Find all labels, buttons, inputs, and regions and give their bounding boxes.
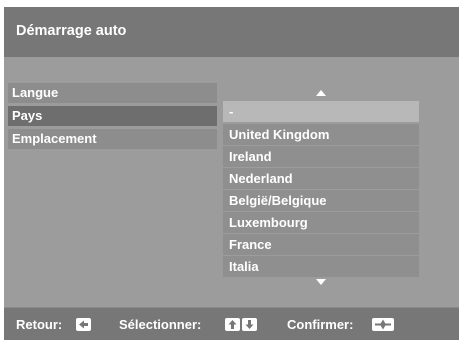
page-title: Démarrage auto (16, 23, 127, 39)
country-option-belgium[interactable]: België/Belgique (223, 190, 419, 211)
header-bar: Démarrage auto (4, 7, 459, 57)
select-hint-label: Sélectionner: (119, 317, 202, 332)
up-arrow-key-icon (225, 318, 240, 331)
confirm-hint-label: Confirmer: (287, 317, 354, 332)
footer-hint-bar: Retour: Sélectionner: Confirmer: (4, 307, 459, 340)
scroll-up-icon[interactable] (316, 90, 326, 96)
country-option-united-kingdom[interactable]: United Kingdom (223, 124, 419, 145)
country-option-luxembourg[interactable]: Luxembourg (223, 212, 419, 233)
country-option-italia[interactable]: Italia (223, 256, 419, 277)
down-arrow-key-icon (242, 318, 257, 331)
country-option-nederland[interactable]: Nederland (223, 168, 419, 189)
back-hint-label: Retour: (16, 317, 63, 332)
menu-item-location[interactable]: Emplacement (8, 129, 217, 149)
menu-item-language[interactable]: Langue (8, 83, 217, 103)
country-option-france[interactable]: France (223, 234, 419, 255)
menu-item-country[interactable]: Pays (8, 106, 217, 126)
scroll-down-icon[interactable] (316, 279, 326, 285)
country-option-none[interactable]: - (223, 101, 419, 122)
left-arrow-key-icon (76, 318, 91, 331)
autostart-screen: Démarrage auto Langue Pays Emplacement -… (4, 7, 459, 340)
country-option-ireland[interactable]: Ireland (223, 146, 419, 167)
plus-key-icon (372, 318, 394, 331)
